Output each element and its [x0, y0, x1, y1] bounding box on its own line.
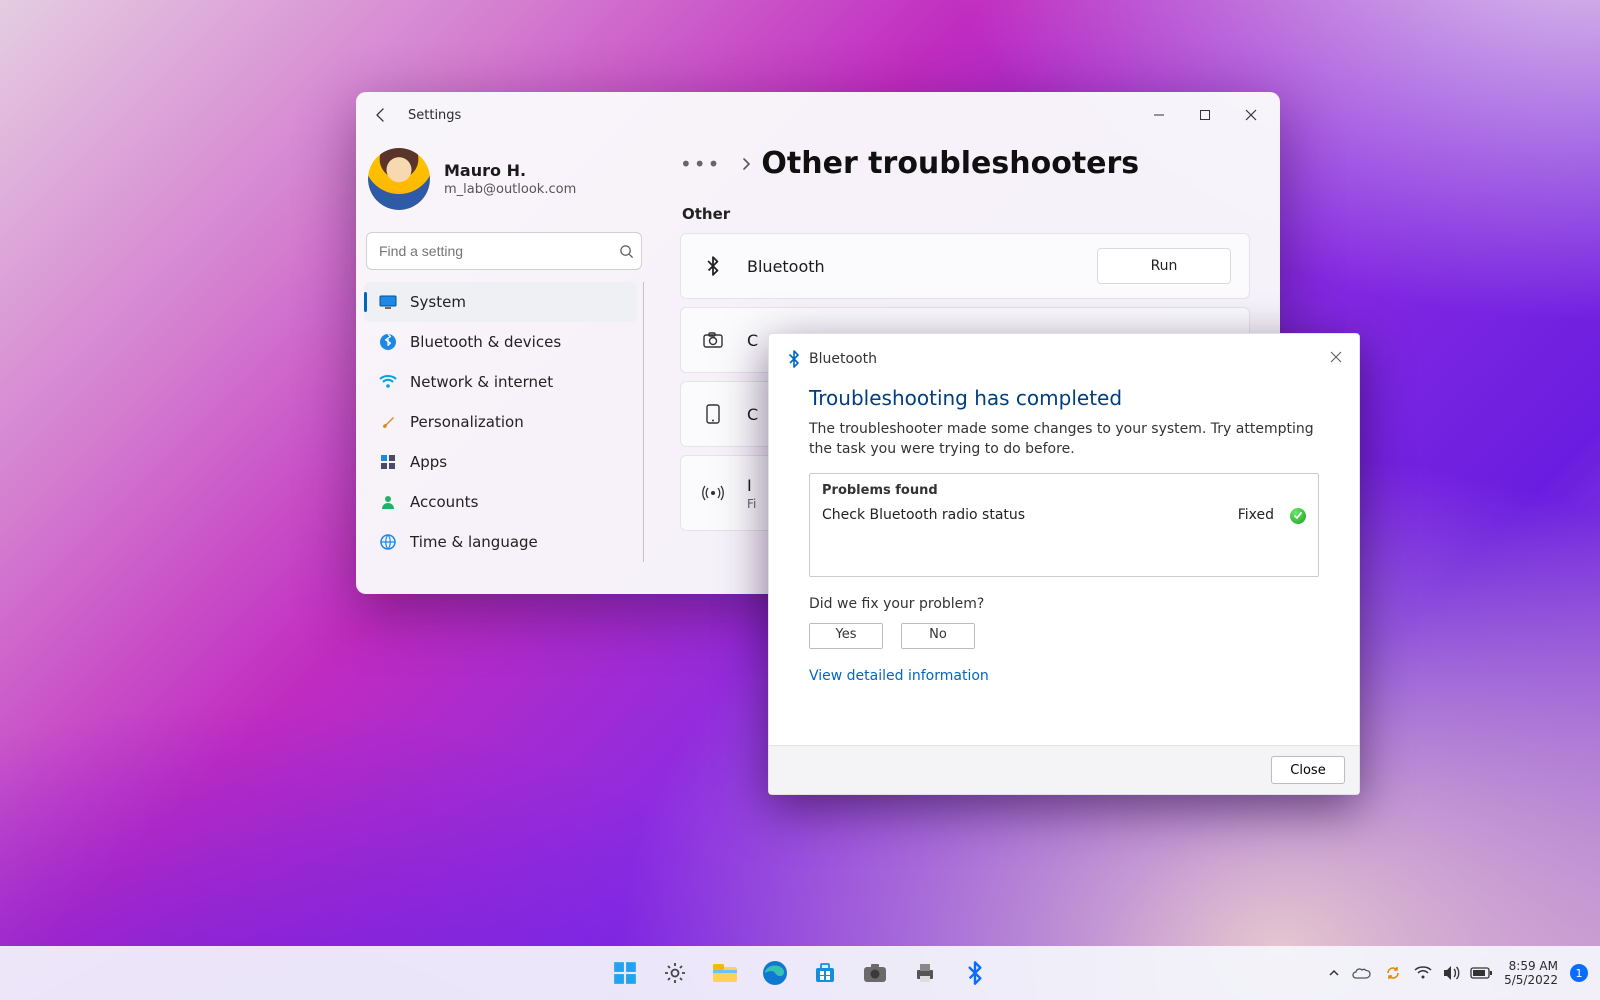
card-label-line1: I — [747, 476, 756, 495]
dialog-title: Troubleshooting has completed — [769, 368, 1359, 420]
card-label: Bluetooth — [747, 257, 825, 276]
taskbar-camera-icon[interactable] — [854, 952, 896, 994]
clock[interactable]: 8:59 AM 5/5/2022 — [1504, 959, 1558, 988]
no-label: No — [929, 626, 947, 644]
problem-name: Check Bluetooth radio status — [822, 506, 1238, 526]
nav-network-internet[interactable]: Network & internet — [364, 362, 637, 402]
bluetooth-icon — [787, 350, 801, 368]
nav-time-language[interactable]: Time & language — [364, 522, 637, 562]
card-label-line2: Fi — [747, 497, 756, 511]
nav-accounts[interactable]: Accounts — [364, 482, 637, 522]
accounts-icon — [374, 494, 402, 510]
nav-label: Accounts — [410, 493, 478, 511]
nav-label: System — [410, 293, 466, 311]
dialog-message: The troubleshooter made some changes to … — [809, 420, 1319, 459]
nav-system[interactable]: System — [364, 282, 637, 322]
problems-box: Problems found Check Bluetooth radio sta… — [809, 473, 1319, 577]
back-button[interactable] — [364, 98, 398, 132]
nav-label: Personalization — [410, 413, 524, 431]
view-detailed-link[interactable]: View detailed information — [809, 667, 989, 687]
card-label: C — [747, 405, 758, 424]
globe-icon — [374, 534, 402, 550]
window-maximize-button[interactable] — [1182, 98, 1228, 132]
taskbar-explorer-icon[interactable] — [704, 952, 746, 994]
nav-label: Time & language — [410, 533, 538, 551]
card-label: C — [747, 331, 758, 350]
paintbrush-icon — [374, 414, 402, 430]
dialog-close-icon[interactable] — [1321, 342, 1351, 372]
dialog-name: Bluetooth — [809, 351, 877, 367]
yes-button[interactable]: Yes — [809, 623, 883, 649]
search-input[interactable] — [367, 243, 611, 259]
breadcrumb: ••• Other troubleshooters — [680, 146, 1250, 181]
window-title: Settings — [408, 108, 461, 123]
window-close-button[interactable] — [1228, 98, 1274, 132]
clock-time: 8:59 AM — [1504, 959, 1558, 973]
tray-battery-icon[interactable] — [1470, 967, 1492, 979]
chevron-right-icon — [741, 157, 751, 171]
troubleshooter-card-bluetooth[interactable]: Bluetooth Run — [680, 233, 1250, 299]
problem-row: Check Bluetooth radio status Fixed — [822, 506, 1306, 526]
avatar — [368, 148, 430, 210]
taskbar-printer-icon[interactable] — [904, 952, 946, 994]
page-title: Other troubleshooters — [761, 146, 1139, 181]
tray-wifi-icon[interactable] — [1414, 966, 1432, 980]
search-icon — [611, 244, 641, 259]
tray-chevron-icon[interactable] — [1328, 967, 1340, 979]
profile-email: m_lab@outlook.com — [444, 182, 576, 197]
nav-apps[interactable]: Apps — [364, 442, 637, 482]
problems-label: Problems found — [822, 482, 1306, 500]
tray-onedrive-icon[interactable] — [1352, 966, 1372, 980]
nav-list: System Bluetooth & devices Network & int… — [364, 282, 644, 562]
sidebar: Mauro H. m_lab@outlook.com System Blueto… — [356, 138, 652, 594]
feedback-question: Did we fix your problem? — [809, 595, 1319, 615]
tray-volume-icon[interactable] — [1442, 965, 1460, 981]
wifi-icon — [374, 375, 402, 389]
clock-date: 5/5/2022 — [1504, 973, 1558, 987]
section-label: Other — [682, 205, 1250, 223]
notification-count: 1 — [1576, 967, 1583, 980]
taskbar: 8:59 AM 5/5/2022 1 — [0, 946, 1600, 1000]
no-button[interactable]: No — [901, 623, 975, 649]
taskbar-settings-icon[interactable] — [654, 952, 696, 994]
nav-bluetooth-devices[interactable]: Bluetooth & devices — [364, 322, 637, 362]
check-icon — [1290, 508, 1306, 524]
taskbar-store-icon[interactable] — [804, 952, 846, 994]
system-icon — [374, 295, 402, 309]
start-button[interactable] — [604, 952, 646, 994]
bluetooth-icon — [374, 334, 402, 350]
notification-badge[interactable]: 1 — [1570, 964, 1588, 982]
window-minimize-button[interactable] — [1136, 98, 1182, 132]
problem-status: Fixed — [1238, 506, 1274, 526]
close-label: Close — [1290, 763, 1325, 778]
yes-label: Yes — [836, 626, 857, 644]
breadcrumb-menu-icon[interactable]: ••• — [680, 152, 721, 176]
close-button[interactable]: Close — [1271, 756, 1345, 784]
bluetooth-icon — [699, 256, 727, 276]
nav-personalization[interactable]: Personalization — [364, 402, 637, 442]
run-button[interactable]: Run — [1097, 248, 1231, 284]
profile-block[interactable]: Mauro H. m_lab@outlook.com — [364, 138, 644, 228]
signal-icon — [699, 484, 727, 502]
nav-label: Bluetooth & devices — [410, 333, 561, 351]
run-button-label: Run — [1151, 258, 1178, 274]
titlebar: Settings — [356, 92, 1280, 138]
search-box[interactable] — [366, 232, 642, 270]
taskbar-edge-icon[interactable] — [754, 952, 796, 994]
apps-icon — [374, 454, 402, 470]
nav-label: Network & internet — [410, 373, 553, 391]
troubleshooter-dialog: Bluetooth Troubleshooting has completed … — [768, 333, 1360, 795]
tray-update-icon[interactable] — [1384, 964, 1402, 982]
camera-icon — [699, 332, 727, 348]
taskbar-bluetooth-icon[interactable] — [954, 952, 996, 994]
nav-label: Apps — [410, 453, 447, 471]
profile-name: Mauro H. — [444, 161, 576, 180]
system-tray[interactable]: 8:59 AM 5/5/2022 1 — [1328, 959, 1588, 988]
smartphone-icon — [699, 404, 727, 424]
